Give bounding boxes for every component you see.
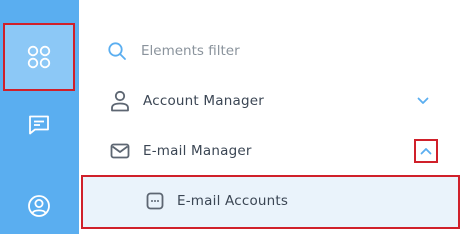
apps-grid-icon xyxy=(27,45,51,69)
chevron-up-icon[interactable] xyxy=(414,139,438,163)
menu-item-label: Account Manager xyxy=(143,93,264,109)
person-icon xyxy=(109,90,131,112)
card-icon xyxy=(145,191,165,211)
elements-filter xyxy=(107,37,407,65)
menu-item-account-manager[interactable]: Account Manager xyxy=(79,81,461,121)
menu-item-email-manager[interactable]: E-mail Manager xyxy=(79,131,461,171)
chevron-down-icon[interactable] xyxy=(412,90,434,112)
left-rail xyxy=(0,0,79,234)
rail-apps-button[interactable] xyxy=(3,23,75,91)
rail-profile-button[interactable] xyxy=(3,172,75,240)
chat-icon xyxy=(29,115,49,135)
rail-chat-button[interactable] xyxy=(3,91,75,159)
elements-filter-input[interactable] xyxy=(141,43,381,59)
submenu-item-label: E-mail Accounts xyxy=(177,193,289,209)
submenu-item-email-accounts[interactable]: E-mail Accounts xyxy=(81,175,460,229)
envelope-icon xyxy=(109,140,131,162)
user-profile-icon xyxy=(28,195,50,217)
menu-item-label: E-mail Manager xyxy=(143,143,252,159)
navigation-panel: Account Manager E-mail Manager xyxy=(79,0,461,234)
search-icon xyxy=(108,42,126,60)
